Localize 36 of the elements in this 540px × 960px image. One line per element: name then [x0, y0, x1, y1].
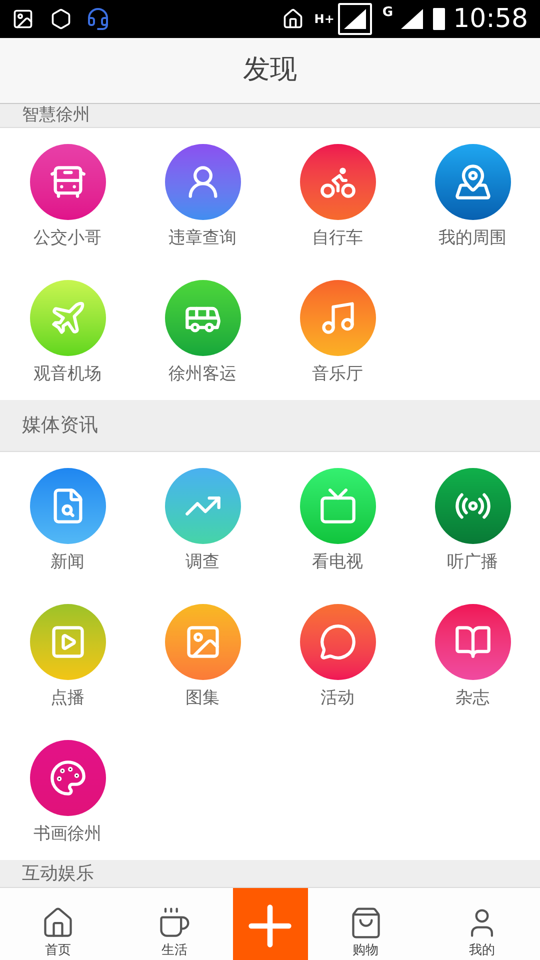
feature-item[interactable]: 调查	[135, 452, 270, 588]
feature-item[interactable]: 听广播	[405, 452, 540, 588]
tab[interactable]: 首页	[0, 888, 116, 960]
tab[interactable]: 我的	[424, 888, 540, 960]
feature-item[interactable]: 自行车	[270, 128, 405, 264]
feature-item[interactable]: 书画徐州	[0, 724, 135, 860]
feature-item[interactable]: 看电视	[270, 452, 405, 588]
headset-icon	[86, 7, 110, 31]
section-title: 智慧徐州	[22, 107, 90, 124]
feature-item[interactable]: 活动	[270, 588, 405, 724]
network-label: H+	[314, 13, 334, 25]
feature-item[interactable]: 图集	[135, 588, 270, 724]
section-title: 媒体资讯	[22, 416, 98, 435]
signal-icon	[399, 7, 426, 31]
battery-icon	[433, 8, 446, 30]
feature-item[interactable]: 违章查询	[135, 128, 270, 264]
page-title: 发现	[243, 53, 297, 88]
tab[interactable]: 购物	[308, 888, 424, 960]
feature-item[interactable]: 我的周围	[405, 128, 540, 264]
cup-icon	[157, 906, 192, 940]
feature-item[interactable]: 徐州客运	[135, 264, 270, 400]
home-icon	[282, 8, 304, 30]
feature-item[interactable]: 公交小哥	[0, 128, 135, 264]
network-label: G	[382, 6, 394, 19]
add-button[interactable]	[232, 888, 308, 960]
feature-item[interactable]: 杂志	[405, 588, 540, 724]
feature-item[interactable]: 观音机场	[0, 264, 135, 400]
hexagon-icon	[50, 8, 72, 30]
feature-item[interactable]: 音乐厅	[270, 264, 405, 400]
feature-item[interactable]: 新闻	[0, 452, 135, 588]
tab[interactable]: 生活	[116, 888, 232, 960]
section-title: 互动娱乐	[22, 864, 94, 882]
signal-icon	[342, 7, 368, 31]
clock: 10:58	[453, 6, 528, 32]
gallery-icon	[12, 8, 34, 30]
feature-item[interactable]: 点播	[0, 588, 135, 724]
